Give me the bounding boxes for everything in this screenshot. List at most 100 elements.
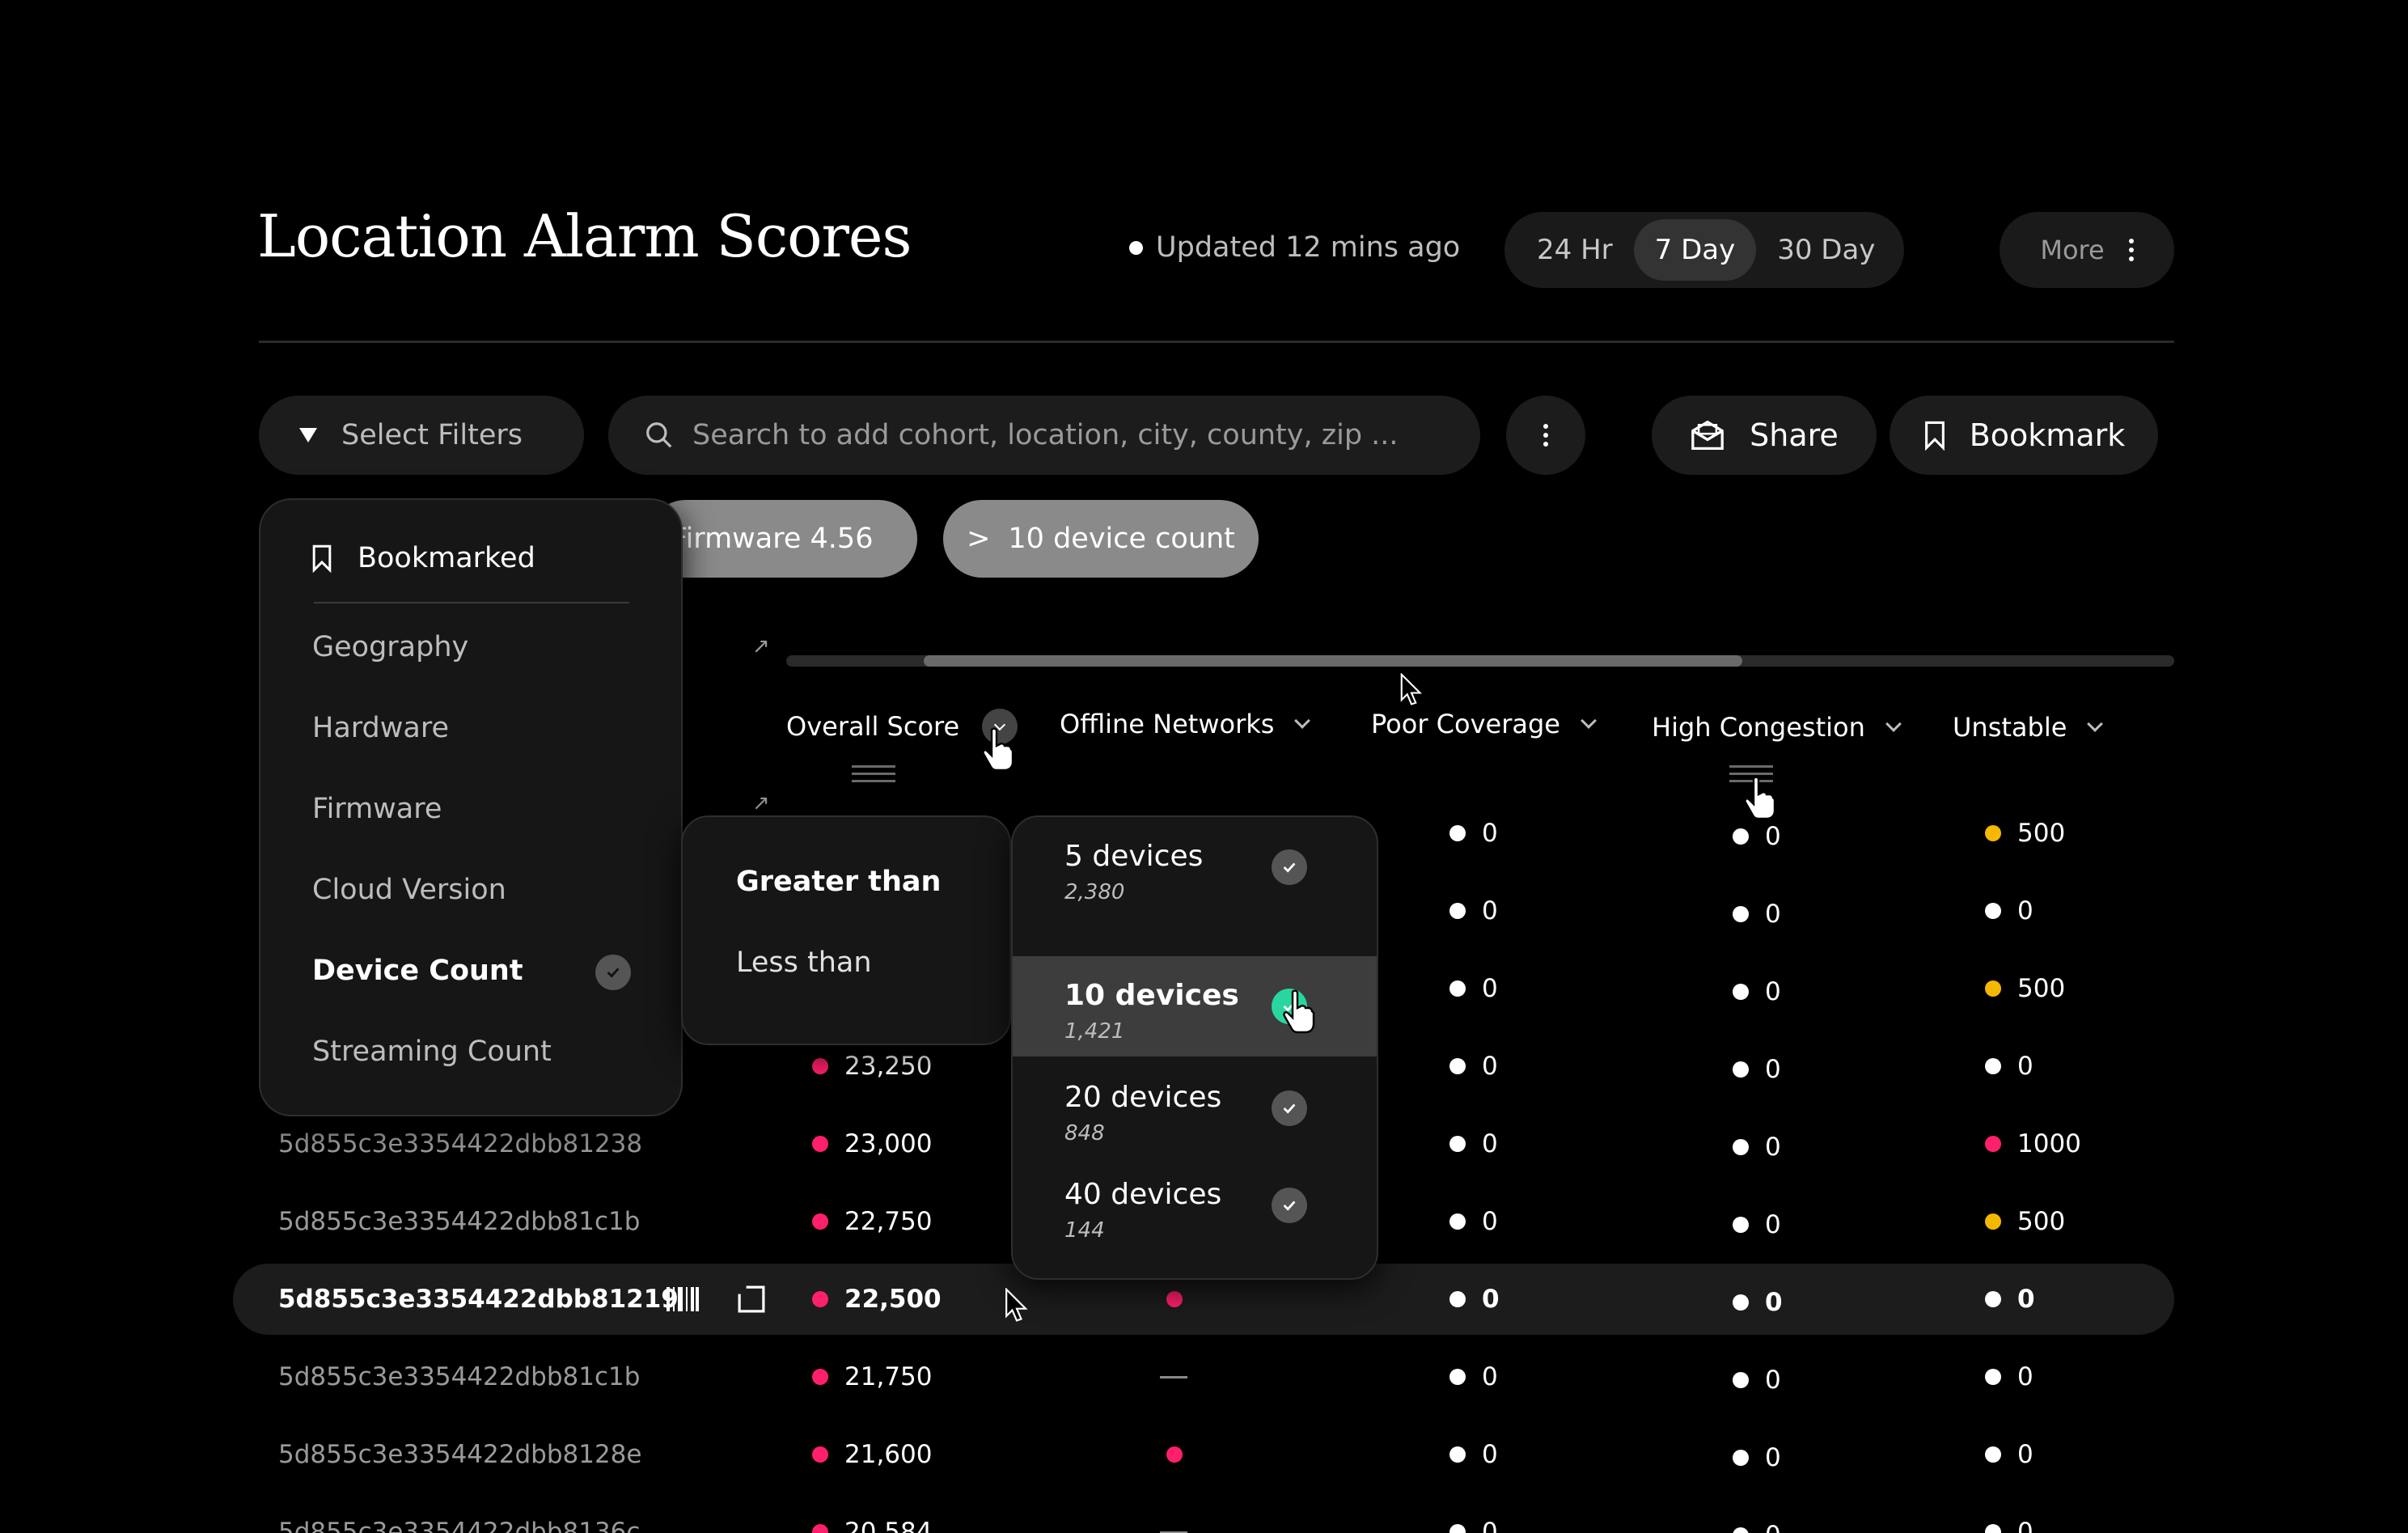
- col-poor-coverage[interactable]: Poor Coverage: [1371, 709, 1597, 739]
- device-option-40[interactable]: 40 devices 144: [1013, 1155, 1377, 1256]
- arrow-cursor-icon: [1400, 673, 1423, 705]
- table-row[interactable]: 5d855c3e3354422dbb8136c 20,584 0 0 0: [233, 1497, 2174, 1533]
- status-dot-icon: [1129, 240, 1143, 255]
- menu-item-device-count[interactable]: Device Count: [312, 955, 523, 987]
- offline-networks: [1160, 1341, 1187, 1412]
- offline-networks: [1166, 1419, 1183, 1490]
- menu-item-cloud-version[interactable]: Cloud Version: [312, 874, 506, 906]
- high-congestion-value: 0: [1765, 1288, 1783, 1317]
- chevron-down-icon[interactable]: [1294, 713, 1311, 729]
- horizontal-scrollbar-thumb[interactable]: [924, 655, 1742, 667]
- high-congestion-value: 0: [1765, 1210, 1781, 1239]
- menu-item-geography[interactable]: Geography: [312, 631, 468, 663]
- option-less-than[interactable]: Less than: [736, 946, 872, 979]
- high-congestion-value: 0: [1765, 1133, 1781, 1162]
- status-dot-icon: [1733, 1450, 1749, 1466]
- more-button[interactable]: More: [2000, 212, 2174, 288]
- check-icon: [1272, 849, 1307, 885]
- menu-divider: [314, 602, 629, 603]
- share-envelope-icon: [1691, 420, 1724, 450]
- col-offline-networks[interactable]: Offline Networks: [1060, 709, 1311, 739]
- high-congestion: 0: [1733, 1345, 1781, 1416]
- device-id[interactable]: 5d855c3e3354422dbb8128e: [278, 1419, 641, 1490]
- device-id[interactable]: 5d855c3e3354422dbb81219: [278, 1264, 679, 1335]
- overall-score: 21,600: [812, 1419, 932, 1490]
- menu-item-firmware[interactable]: Firmware: [312, 793, 442, 825]
- table-row[interactable]: 5d855c3e3354422dbb8128e 21,600 0 0 0: [233, 1419, 2174, 1490]
- menu-item-streaming-count[interactable]: Streaming Count: [312, 1035, 552, 1068]
- barcode-icon[interactable]: [667, 1264, 699, 1335]
- column-resize-grip[interactable]: [852, 765, 895, 782]
- poor-coverage: 0: [1449, 1341, 1498, 1412]
- status-dot-icon: [1449, 825, 1466, 841]
- select-filters-button[interactable]: Select Filters: [259, 396, 584, 475]
- search-input[interactable]: Search to add cohort, location, city, co…: [608, 396, 1480, 475]
- table-row[interactable]: 5d855c3e3354422dbb81c1b 21,750 0 0 0: [233, 1341, 2174, 1412]
- poor-coverage-value: 0: [1482, 1285, 1500, 1314]
- chip-device-count[interactable]: > 10 device count: [943, 500, 1259, 578]
- time-range-30day[interactable]: 30 Day: [1756, 219, 1896, 281]
- bookmark-icon: [1924, 421, 1945, 451]
- device-option-count: 1,421: [1064, 1019, 1125, 1044]
- device-id[interactable]: 5d855c3e3354422dbb81c1b: [278, 1186, 640, 1257]
- menu-item-hardware[interactable]: Hardware: [312, 712, 449, 744]
- unstable-dot-icon: [1985, 1291, 2001, 1307]
- kebab-icon: [1543, 424, 1548, 447]
- option-greater-than[interactable]: Greater than: [736, 866, 941, 898]
- chevron-down-icon[interactable]: [2087, 716, 2104, 732]
- copy-icon[interactable]: [738, 1264, 765, 1335]
- high-congestion: 0: [1733, 1112, 1781, 1183]
- unstable-value: 1000: [2017, 1129, 2081, 1158]
- status-dot-icon: [1733, 1061, 1749, 1078]
- poor-coverage-value: 0: [1482, 819, 1498, 848]
- high-congestion: 0: [1733, 1034, 1781, 1105]
- expand-arrow-icon[interactable]: ↗: [752, 634, 770, 659]
- chip-firmware[interactable]: Firmware 4.56: [647, 500, 917, 578]
- hand-pointer-icon: [982, 727, 1014, 772]
- device-option-5[interactable]: 5 devices 2,380: [1013, 817, 1377, 917]
- unstable: 500: [1985, 1186, 2065, 1257]
- status-dot-icon: [1733, 906, 1749, 922]
- overall-score: 22,750: [812, 1186, 932, 1257]
- menu-item-bookmarked[interactable]: Bookmarked: [311, 542, 535, 574]
- header-divider: [259, 341, 2174, 343]
- high-congestion: 0: [1733, 1422, 1781, 1493]
- device-option-10[interactable]: 10 devices 1,421: [1013, 956, 1377, 1057]
- device-id[interactable]: 5d855c3e3354422dbb81238: [278, 1108, 642, 1179]
- bookmark-button[interactable]: Bookmark: [1890, 396, 2158, 475]
- device-id[interactable]: 5d855c3e3354422dbb8136c: [278, 1497, 640, 1533]
- unstable: 0: [1985, 1031, 2033, 1102]
- overall-score: 22,500: [812, 1264, 942, 1335]
- col-unstable[interactable]: Unstable: [1953, 712, 2104, 743]
- toolbar-more-button[interactable]: [1506, 396, 1585, 475]
- score-dot-icon: [812, 1524, 828, 1533]
- poor-coverage: 0: [1449, 1108, 1498, 1179]
- unstable-value: 500: [2017, 1207, 2066, 1236]
- poor-coverage-value: 0: [1482, 1518, 1498, 1533]
- select-filters-label: Select Filters: [341, 419, 523, 451]
- check-icon: [595, 955, 631, 990]
- status-dot-icon: [1449, 1213, 1466, 1230]
- share-button[interactable]: Share: [1652, 396, 1877, 475]
- device-id[interactable]: 5d855c3e3354422dbb81c1b: [278, 1341, 640, 1412]
- time-range-7day[interactable]: 7 Day: [1633, 219, 1757, 281]
- poor-coverage: 0: [1449, 798, 1498, 869]
- status-dot-icon: [1449, 1446, 1466, 1463]
- menu-item-bookmarked-label: Bookmarked: [358, 542, 535, 574]
- unstable-dot-icon: [1985, 825, 2001, 841]
- poor-coverage: 0: [1449, 1186, 1498, 1257]
- overall-score-value: 21,600: [844, 1440, 933, 1469]
- overall-score-value: 21,750: [844, 1362, 933, 1391]
- overall-score: 20,584: [812, 1497, 932, 1533]
- status-dot-icon: [1733, 1139, 1749, 1155]
- status-dot-icon: [1733, 984, 1749, 1000]
- col-overall-score-label: Overall Score: [786, 711, 960, 742]
- col-high-congestion[interactable]: High Congestion: [1652, 712, 1902, 743]
- device-option-20[interactable]: 20 devices 848: [1013, 1058, 1377, 1158]
- unstable-value: 500: [2017, 974, 2066, 1003]
- device-option-count: 144: [1064, 1218, 1105, 1243]
- time-range-24hr[interactable]: 24 Hr: [1516, 219, 1634, 281]
- chevron-down-icon[interactable]: [1885, 716, 1902, 732]
- high-congestion-value: 0: [1765, 900, 1781, 929]
- chevron-down-icon[interactable]: [1581, 713, 1597, 729]
